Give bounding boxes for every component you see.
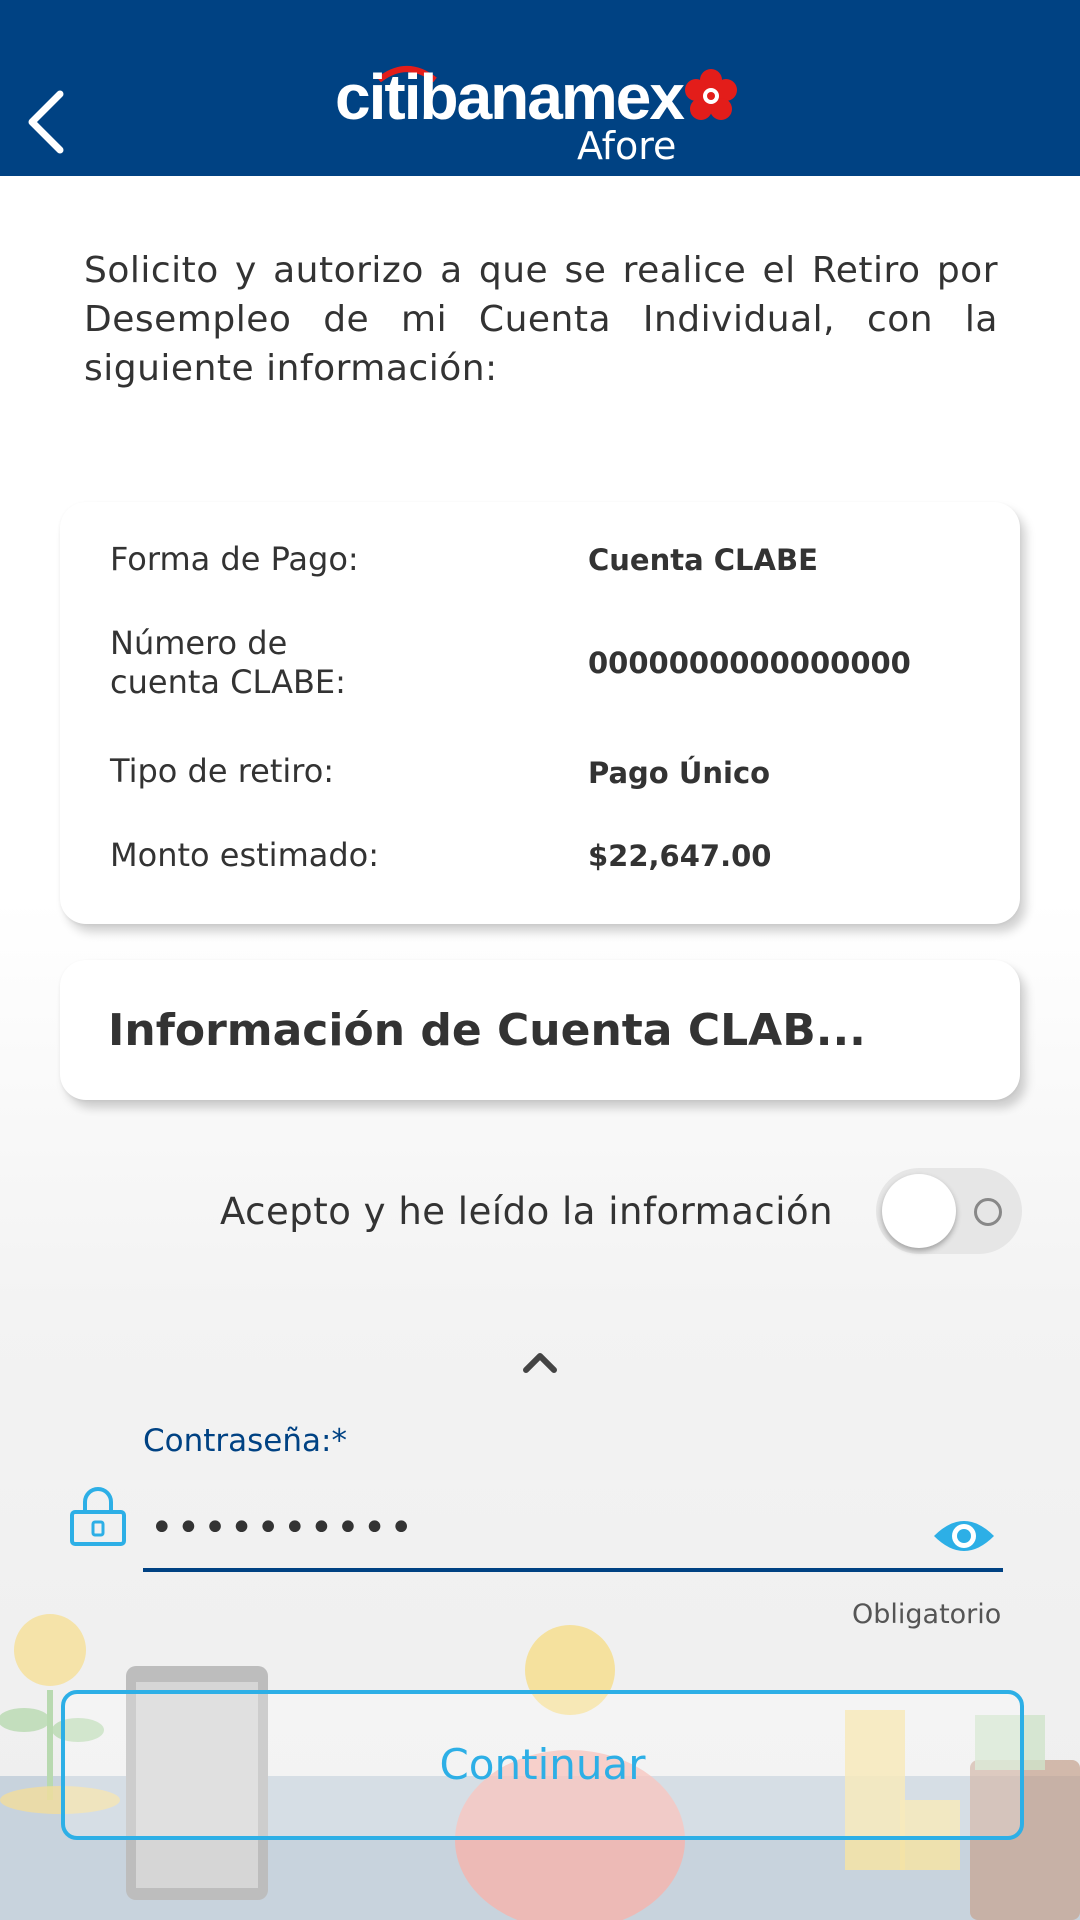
brand-subtitle: Afore: [577, 124, 677, 168]
estimated-amount-value: $22,647.00: [588, 839, 772, 873]
payment-method-label: Forma de Pago:: [110, 540, 359, 578]
clabe-number-label-line2: cuenta CLABE:: [110, 663, 346, 701]
accept-label: Acepto y he leído la información: [220, 1190, 834, 1233]
accept-toggle[interactable]: [876, 1168, 1022, 1254]
clabe-info-card[interactable]: Información de Cuenta CLAB...: [60, 960, 1020, 1100]
payment-method-value: Cuenta CLABE: [588, 543, 818, 577]
intro-text: Solicito y autorizo a que se realice el …: [84, 250, 998, 389]
required-hint: Obligatorio: [852, 1599, 1002, 1630]
continue-button[interactable]: Continuar: [61, 1690, 1024, 1840]
brand-logo: citibanamex Afore: [335, 50, 755, 170]
password-input[interactable]: [150, 1506, 910, 1550]
clabe-number-value: 0000000000000000: [588, 646, 911, 680]
toggle-knob: [882, 1174, 956, 1248]
clabe-info-title: Información de Cuenta CLAB...: [108, 1005, 866, 1056]
toggle-off-indicator-icon: [974, 1198, 1002, 1226]
password-underline: [143, 1568, 1003, 1572]
app-header: citibanamex Afore: [0, 0, 1080, 176]
brand-name: citibanamex: [335, 61, 685, 133]
chevron-left-icon[interactable]: [18, 82, 78, 162]
withdrawal-type-value: Pago Único: [588, 756, 771, 790]
chevron-up-icon[interactable]: [522, 1350, 558, 1374]
summary-card: Forma de Pago: Cuenta CLABE Número de cu…: [60, 502, 1020, 924]
lock-icon: [70, 1487, 126, 1546]
clabe-number-label-line1: Número de: [110, 624, 288, 662]
estimated-amount-label: Monto estimado:: [110, 836, 380, 874]
password-label: Contraseña:*: [143, 1423, 347, 1459]
eye-icon[interactable]: [932, 1512, 996, 1560]
withdrawal-type-label: Tipo de retiro:: [110, 752, 335, 790]
flower-logo-icon: [685, 69, 737, 120]
